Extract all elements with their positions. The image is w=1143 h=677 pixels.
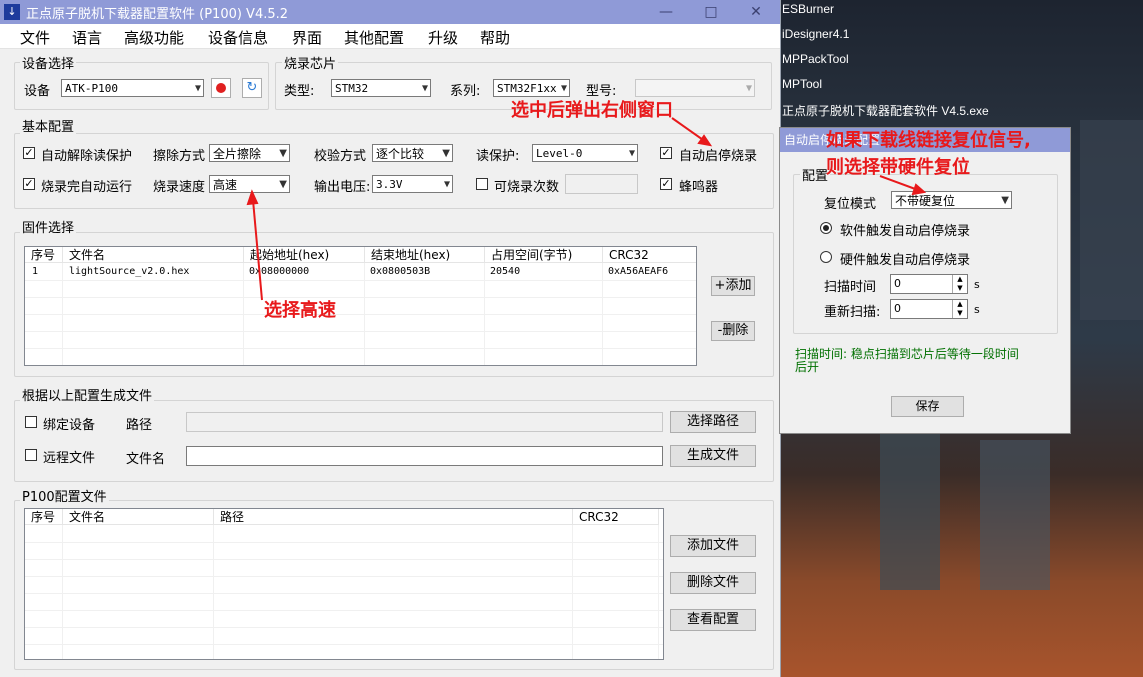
arrow-head — [246, 189, 259, 206]
annotation-choose-high-speed: 选择高速 — [264, 300, 336, 321]
arrow-head — [911, 183, 927, 196]
arrow-line — [671, 117, 707, 143]
annotation-popup-window: 选中后弹出右侧窗口 — [511, 100, 673, 121]
arrow-line — [252, 199, 263, 301]
annotation-hard-reset: 则选择带硬件复位 — [826, 157, 970, 178]
annotation-reset-signal: 如果下载线链接复位信号, — [826, 130, 1031, 151]
